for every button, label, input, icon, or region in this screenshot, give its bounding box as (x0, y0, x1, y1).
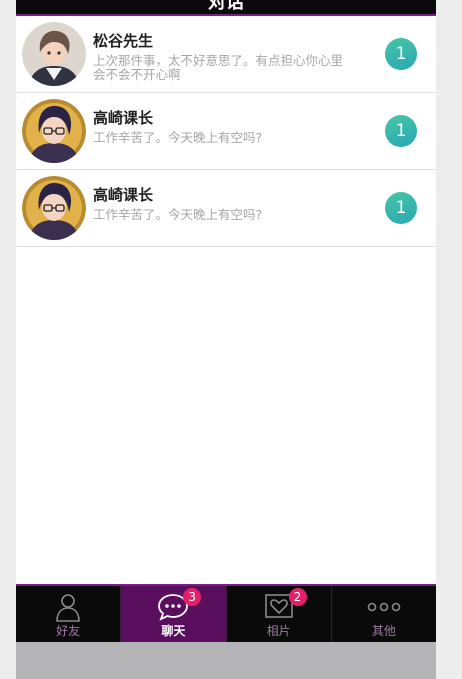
page-title: 对话 (208, 0, 244, 13)
conversation-row[interactable]: 松谷先生 上次那件事，太不好意思了。有点担心你心里会不会不开心啊 1 (16, 16, 436, 93)
message-preview: 工作辛苦了。今天晚上有空吗? (93, 130, 263, 145)
phone-screen: 对话 松谷先生 上次那件事，太不好意思了。有点担心你心里会不会不开心啊 1 高崎… (16, 0, 436, 679)
contact-name: 松谷先生 (93, 32, 154, 50)
bottom-tab-bar: 好友 3 聊天 2 相片 其他 (16, 584, 436, 642)
tab-friends[interactable]: 好友 (16, 586, 122, 642)
header-bar: 对话 (16, 0, 436, 16)
photos-count-badge: 2 (288, 588, 307, 606)
contact-name: 高崎课长 (93, 186, 154, 204)
conversation-list: 松谷先生 上次那件事，太不好意思了。有点担心你心里会不会不开心啊 1 高崎课长 … (16, 16, 436, 247)
takasaki-avatar-icon (22, 99, 86, 163)
person-icon (56, 594, 80, 622)
tab-label: 相片 (266, 624, 291, 638)
conversation-row[interactable]: 高崎课长 工作辛苦了。今天晚上有空吗? 1 (16, 170, 436, 247)
conversation-row[interactable]: 高崎课长 工作辛苦了。今天晚上有空吗? 1 (16, 93, 436, 170)
tab-photos[interactable]: 2 相片 (227, 586, 332, 642)
takasaki-avatar-icon (22, 176, 86, 240)
chat-count-badge: 3 (183, 588, 202, 606)
unread-badge: 1 (385, 115, 417, 147)
system-bar (16, 642, 436, 679)
unread-badge: 1 (385, 38, 417, 70)
matsutani-avatar-icon (22, 22, 86, 86)
tab-label: 聊天 (161, 624, 186, 638)
tab-chat[interactable]: 3 聊天 (121, 586, 227, 642)
avatar[interactable] (22, 176, 86, 240)
message-preview: 工作辛苦了。今天晚上有空吗? (93, 207, 263, 222)
tab-label: 好友 (56, 624, 81, 638)
message-preview: 上次那件事，太不好意思了。有点担心你心里会不会不开心啊 (93, 53, 344, 82)
avatar[interactable] (22, 22, 86, 86)
tab-more[interactable]: 其他 (332, 586, 436, 642)
avatar[interactable] (22, 99, 86, 163)
contact-name: 高崎课长 (93, 109, 154, 127)
unread-badge: 1 (385, 192, 417, 224)
more-dots-icon (367, 602, 401, 612)
tab-label: 其他 (371, 624, 396, 638)
